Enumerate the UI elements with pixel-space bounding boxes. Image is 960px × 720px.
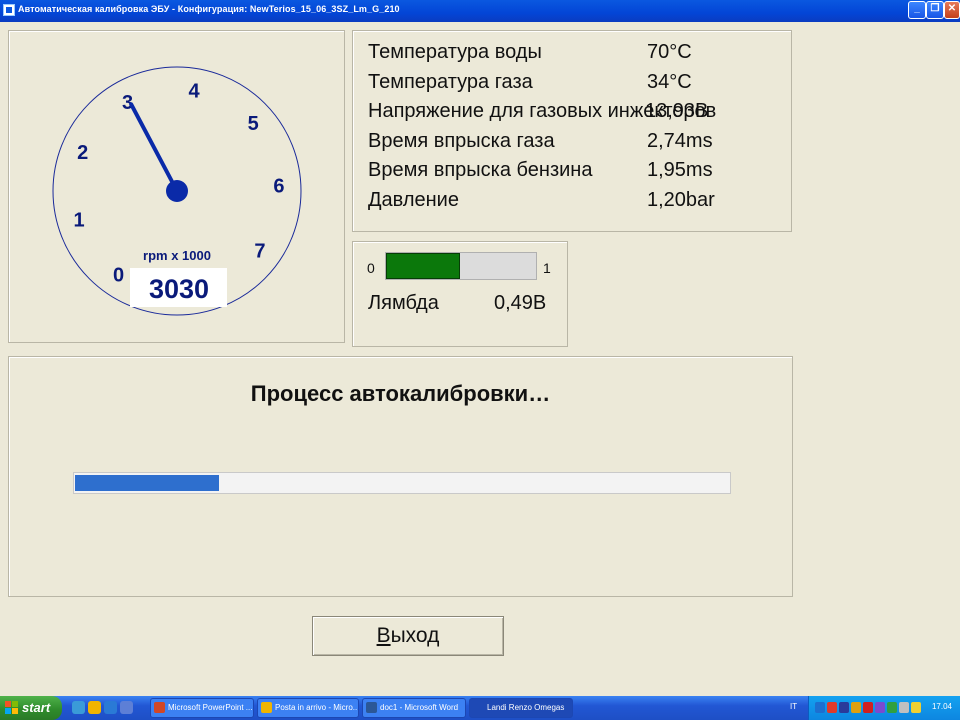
param-label: Температура газа: [368, 70, 533, 93]
gauge-scale-label: 5: [248, 113, 259, 135]
windows-logo-icon: [5, 701, 19, 715]
taskbar-app-icon: [154, 702, 165, 713]
taskbar-item[interactable]: doc1 - Microsoft Word: [362, 698, 466, 718]
restore-icon: ❐: [930, 3, 940, 14]
parameters-panel: Температура воды 70°C Температура газа 34°C…: [352, 30, 792, 232]
tray-wifi-icon[interactable]: [887, 702, 897, 713]
taskbar-item-label: doc1 - Microsoft Word: [380, 703, 459, 712]
lambda-label: Лямбда: [368, 292, 439, 314]
rpm-gauge: 01234567 rpm x 1000 3030: [52, 66, 302, 316]
title-bar[interactable]: Автоматическая калибровка ЭБУ - Конфигур…: [0, 0, 960, 22]
close-button[interactable]: ✕: [944, 1, 960, 19]
language-indicator[interactable]: IT: [790, 702, 797, 711]
param-value: 34°C: [647, 70, 692, 93]
taskbar-item[interactable]: Posta in arrivo - Micro...: [257, 698, 359, 718]
tray-update-icon[interactable]: [863, 702, 873, 713]
gauge-scale-label: 2: [77, 142, 88, 164]
taskbar-item[interactable]: Landi Renzo Omegas: [469, 698, 573, 718]
start-label: start: [22, 700, 51, 715]
minimize-button[interactable]: _: [908, 1, 926, 19]
taskbar-item-label: Landi Renzo Omegas: [487, 703, 565, 712]
close-icon: ✕: [947, 3, 957, 14]
rpm-needle: [129, 102, 179, 193]
calibration-progress-bar: [73, 472, 731, 494]
param-value: 13,93В: [645, 100, 709, 122]
lambda-min-label: 0: [367, 260, 375, 276]
window-title: Автоматическая калибровка ЭБУ - Конфигур…: [18, 4, 400, 14]
lambda-panel: 0 1 Лямбда 0,49В: [352, 241, 568, 347]
progress-title: Процесс автокалибровки…: [250, 381, 551, 406]
lambda-max-label: 1: [543, 260, 551, 276]
gauge-scale-label: 0: [113, 265, 124, 287]
param-label: Давление: [368, 188, 459, 211]
system-tray: 17.04: [808, 696, 960, 720]
param-label: Время впрыска газа: [368, 129, 555, 152]
exit-button-accel: В: [376, 624, 391, 647]
param-value: 70°C: [647, 41, 692, 63]
calibration-progress-panel: Процесс автокалибровки…: [8, 356, 793, 597]
tray-volume-icon[interactable]: [899, 702, 909, 713]
rpm-gauge-panel: 01234567 rpm x 1000 3030: [8, 30, 345, 343]
tray-messenger-icon[interactable]: [875, 702, 885, 713]
param-value: 2,74ms: [647, 129, 713, 152]
needle-hub: [166, 180, 188, 202]
taskbar-app-icon: [473, 702, 484, 713]
exit-button-label: ыход: [390, 624, 440, 647]
taskbar-item-label: Microsoft PowerPoint ...: [168, 703, 253, 712]
tray-network-icon[interactable]: [815, 702, 825, 713]
rpm-readout: 3030: [149, 274, 209, 304]
gauge-scale-label: 4: [189, 80, 201, 102]
gauge-scale-label: 1: [74, 210, 85, 232]
lambda-bar-fill: [386, 253, 460, 279]
param-value: 1,95ms: [647, 159, 713, 181]
browser-quicklaunch-icon[interactable]: [104, 701, 117, 714]
param-label: Температура воды: [368, 41, 542, 63]
desktop-quicklaunch-icon[interactable]: [120, 701, 133, 714]
tray-antivirus-icon[interactable]: [827, 702, 837, 713]
gauge-unit-label: rpm x 1000: [143, 248, 211, 263]
outlook-quicklaunch-icon[interactable]: [88, 701, 101, 714]
taskbar-item-label: Posta in arrivo - Micro...: [275, 703, 359, 712]
app-icon: [3, 4, 15, 16]
param-label: Время впрыска бензина: [368, 159, 593, 181]
param-value: 1,20bar: [647, 188, 715, 211]
tray-security-icon[interactable]: [851, 702, 861, 713]
clock[interactable]: 17.04: [932, 702, 952, 711]
gauge-scale-label: 6: [273, 176, 284, 198]
minimize-icon: _: [914, 3, 920, 14]
tray-display-icon[interactable]: [911, 702, 921, 713]
tray-app-icon[interactable]: [839, 702, 849, 713]
start-button[interactable]: start: [0, 696, 62, 720]
exit-button[interactable]: Выход: [312, 616, 504, 656]
lambda-value: 0,49В: [494, 292, 547, 314]
ie-quicklaunch-icon[interactable]: [72, 701, 85, 714]
gauge-scale-label: 7: [254, 241, 265, 263]
taskbar: start Microsoft PowerPoint ... Posta in a…: [0, 696, 960, 720]
lambda-bar: [385, 252, 537, 280]
maximize-button[interactable]: ❐: [926, 1, 944, 19]
taskbar-item[interactable]: Microsoft PowerPoint ...: [150, 698, 254, 718]
taskbar-app-icon: [261, 702, 272, 713]
taskbar-app-icon: [366, 702, 377, 713]
progress-bar-fill: [75, 475, 220, 491]
